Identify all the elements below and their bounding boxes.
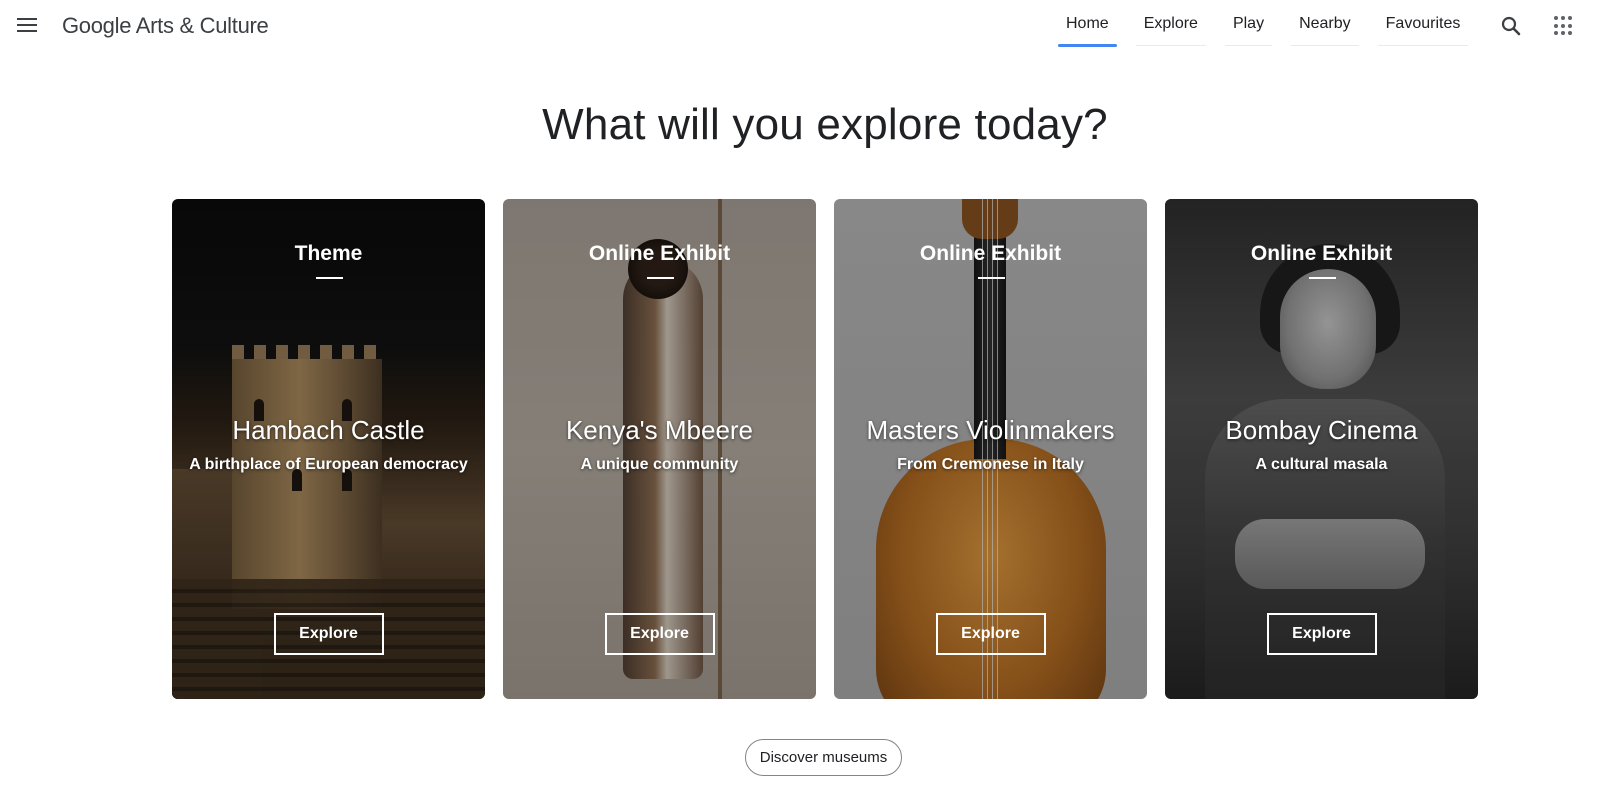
nav-item-nearby[interactable]: Nearby [1291,0,1359,48]
card-title: Masters Violinmakers [866,415,1115,445]
card-subtitle: A unique community [580,456,739,473]
card-title: Kenya's Mbeere [565,415,754,445]
card-title: Hambach Castle [232,415,425,445]
divider [1308,277,1336,279]
card-subtitle: From Cremonese in Italy [897,456,1084,473]
card-title: Bombay Cinema [1225,415,1418,445]
site-logo[interactable]: Google Arts & Culture [62,13,269,39]
card-kind-label: Online Exhibit [588,242,731,265]
card-kind-label: Online Exhibit [1250,242,1393,265]
explore-button[interactable]: Explore [1266,613,1377,655]
explore-button[interactable]: Explore [604,613,715,655]
nav-item-home[interactable]: Home [1058,0,1117,48]
nav-item-explore[interactable]: Explore [1135,0,1207,48]
card-subtitle: A birthplace of European democracy [189,456,468,473]
featured-cards: Theme Hambach Castle A birthplace of Eur… [172,199,1478,699]
nav-item-play[interactable]: Play [1224,0,1273,48]
divider [977,277,1005,279]
card-kind-label: Online Exhibit [919,242,1062,265]
divider [315,277,343,279]
card-bombay-cinema[interactable]: Online Exhibit Bombay Cinema A cultural … [1165,199,1478,699]
card-hambach-castle[interactable]: Theme Hambach Castle A birthplace of Eur… [172,199,485,699]
menu-icon[interactable] [14,14,42,38]
top-header: Google Arts & Culture Home Explore Play … [0,0,1600,52]
card-kenyas-mbeere[interactable]: Online Exhibit Kenya's Mbeere A unique c… [503,199,816,699]
page-title: What will you explore today? [542,100,1108,149]
main-nav: Home Explore Play Nearby Favourites [1058,0,1469,48]
card-kind-label: Theme [294,242,363,265]
nav-item-favourites[interactable]: Favourites [1377,0,1469,48]
card-subtitle: A cultural masala [1255,456,1388,473]
search-icon[interactable] [1499,14,1523,38]
explore-button[interactable]: Explore [935,613,1046,655]
card-masters-violinmakers[interactable]: Online Exhibit Masters Violinmakers From… [834,199,1147,699]
discover-museums-button[interactable]: Discover museums [745,739,902,776]
divider [646,277,674,279]
explore-button[interactable]: Explore [273,613,384,655]
apps-grid-icon[interactable] [1554,16,1574,36]
